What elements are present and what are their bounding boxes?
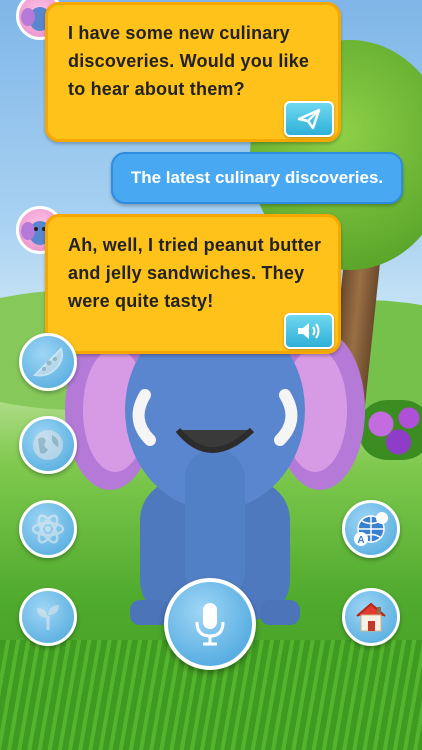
translate-icon: A [354, 512, 388, 546]
pizza-icon [32, 347, 63, 377]
speaker-icon [298, 323, 320, 339]
sprout-icon [37, 605, 59, 630]
bot-message-bubble: Ah, well, I tried peanut butter and jell… [45, 214, 341, 354]
geography-topic-button[interactable] [19, 416, 77, 474]
atom-icon [31, 514, 65, 544]
bot-message-bubble: I have some new culinary discoveries. Wo… [45, 2, 341, 142]
translate-button[interactable]: A [342, 500, 400, 558]
home-icon [356, 602, 386, 632]
speaker-button[interactable] [284, 313, 334, 349]
microphone-icon [195, 603, 225, 646]
nature-topic-button[interactable] [19, 588, 77, 646]
user-message-bubble: The latest culinary discoveries. [111, 152, 403, 204]
send-button[interactable] [284, 101, 334, 137]
science-topic-button[interactable] [19, 500, 77, 558]
bot-message-text: Ah, well, I tried peanut butter and jell… [68, 235, 322, 311]
bot-message-text: I have some new culinary discoveries. Wo… [68, 23, 310, 99]
microphone-button[interactable] [164, 578, 256, 670]
send-icon [297, 108, 321, 130]
globe-icon [33, 430, 63, 460]
food-topic-button[interactable] [19, 333, 77, 391]
svg-text:A: A [357, 535, 364, 546]
home-button[interactable] [342, 588, 400, 646]
user-message-text: The latest culinary discoveries. [130, 168, 384, 187]
